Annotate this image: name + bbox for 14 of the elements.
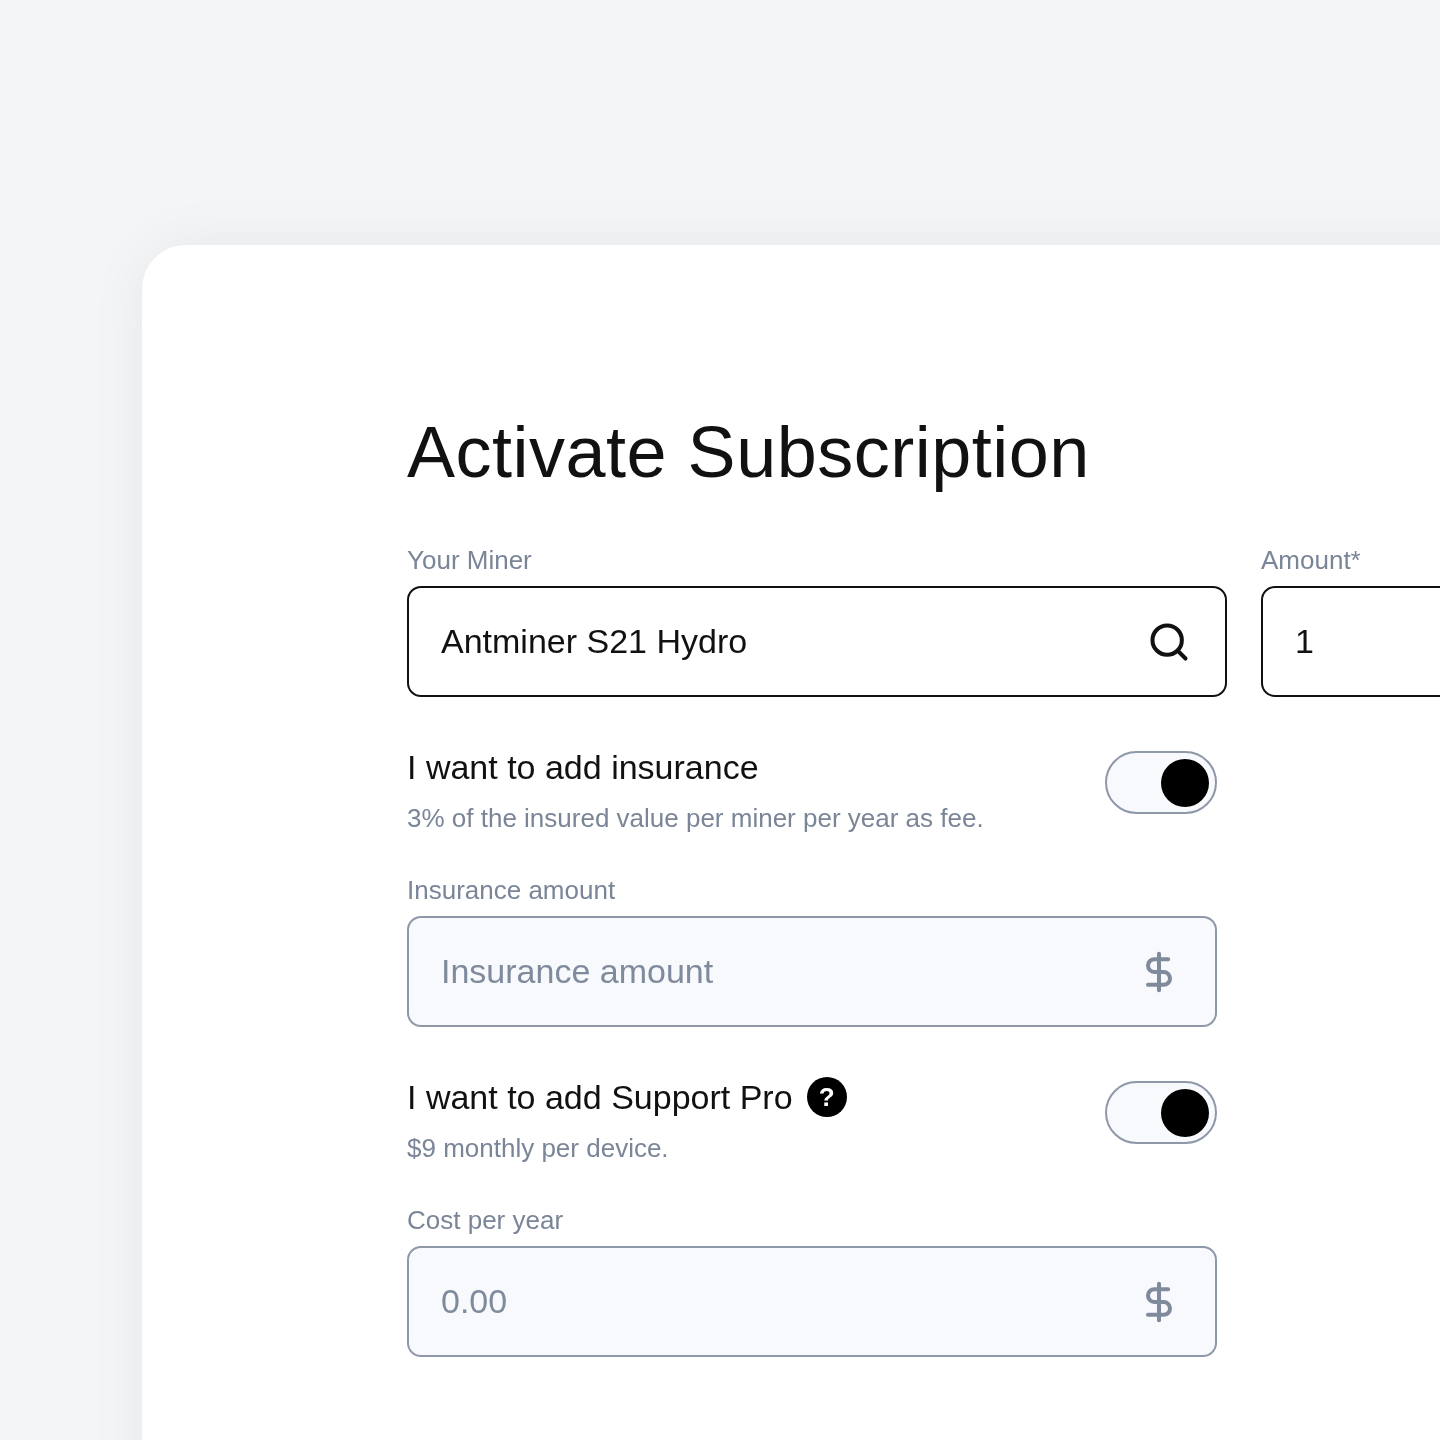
field-label: Your Miner bbox=[407, 544, 533, 576]
search-field[interactable]: Antminer S21 Hydro bbox=[407, 586, 1227, 697]
field-label: Amount* bbox=[1261, 544, 1362, 576]
field-label: Cost per year bbox=[407, 1204, 565, 1236]
field-label: Insurance amount bbox=[407, 874, 617, 906]
currency-field[interactable]: Insurance amount bbox=[407, 916, 1217, 1027]
toggle-note: $9 monthly per device. bbox=[407, 1132, 670, 1164]
currency-field[interactable]: 0.00 bbox=[407, 1246, 1217, 1357]
amount-field[interactable]: 1 bbox=[1261, 586, 1440, 697]
toggle-label: I want to add insurance bbox=[407, 747, 759, 787]
toggle-note: 3% of the insured value per miner per year as fee. bbox=[407, 802, 984, 834]
help-icon[interactable]: ? bbox=[806, 1077, 847, 1117]
toggle-label: I want to add Support Pro bbox=[407, 1077, 793, 1117]
page-title: Activate Subscription bbox=[407, 411, 1091, 494]
